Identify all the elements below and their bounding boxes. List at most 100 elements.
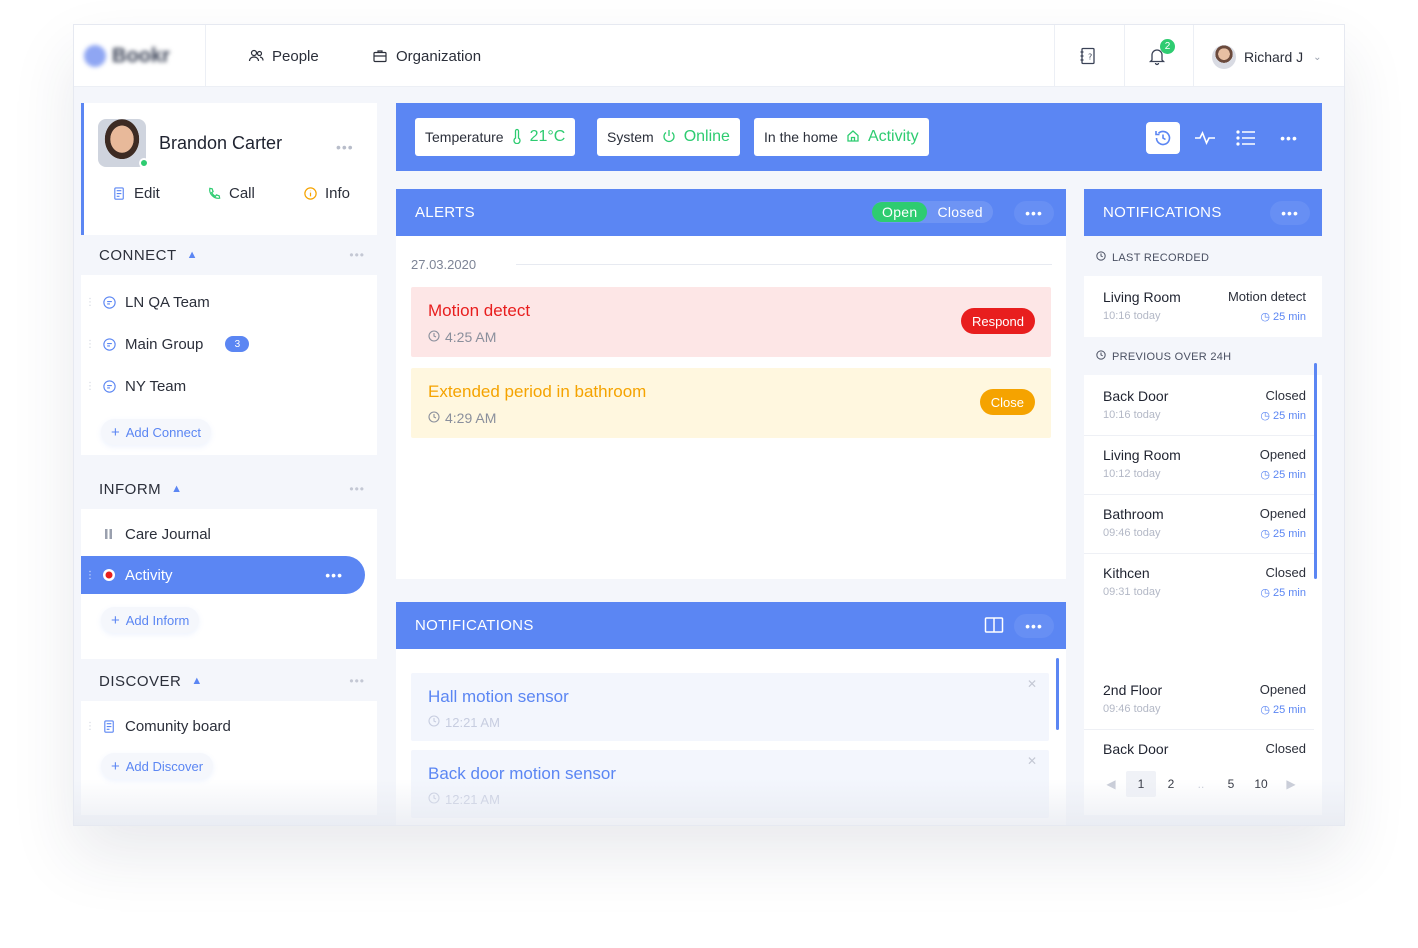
system-value: Online	[683, 128, 730, 145]
add-connect-button[interactable]: + Add Connect	[101, 419, 211, 445]
list-item[interactable]: Back Door Closed 10:16 today ◷ 25 min	[1084, 377, 1314, 436]
sidebar-item-label: LN QA Team	[125, 293, 210, 311]
plus-icon: +	[111, 611, 120, 629]
room-status: Closed	[1265, 741, 1306, 756]
close-icon[interactable]: ✕	[1027, 677, 1037, 691]
list-item[interactable]: Back Door Closed	[1084, 730, 1314, 760]
sidebar-item-activity[interactable]: ⋮ Activity •••	[81, 556, 365, 594]
help-book-icon[interactable]: ?	[1076, 44, 1100, 68]
list-icon[interactable]	[1229, 122, 1263, 154]
app-logo[interactable]: Bookr	[84, 43, 179, 69]
list-item[interactable]: Bathroom Opened 09:46 today ◷ 25 min	[1084, 495, 1314, 554]
drag-handle-icon[interactable]: ⋮	[85, 721, 95, 732]
notification-time-text: 12:21 AM	[445, 715, 500, 730]
alert-extended-period[interactable]: Extended period in bathroom 4:29 AM Clos…	[411, 368, 1051, 438]
page-2[interactable]: 2	[1156, 777, 1186, 791]
alerts-more-icon[interactable]: •••	[1014, 201, 1054, 225]
sidebar-item-label: Main Group	[125, 335, 204, 353]
user-menu[interactable]: Richard J ⌄	[1212, 44, 1322, 70]
ago-text: 25 min	[1272, 310, 1306, 323]
clock-icon	[1096, 350, 1106, 363]
ago-text: 25 min	[1272, 586, 1306, 599]
prev-page-icon[interactable]: ◀	[1096, 777, 1126, 791]
list-item[interactable]: 2nd Floor Opened 09:46 today ◷ 25 min	[1084, 671, 1314, 730]
home-chip[interactable]: In the home Activity	[754, 118, 929, 156]
profile-more-icon[interactable]: •••	[336, 139, 354, 155]
respond-button[interactable]: Respond	[960, 308, 1035, 334]
divider	[516, 264, 1052, 265]
notification-card[interactable]: Hall motion sensor 12:21 AM ✕	[411, 673, 1049, 741]
call-button[interactable]: Call	[207, 183, 255, 203]
call-label: Call	[229, 184, 255, 202]
inform-section-header[interactable]: INFORM ▲ •••	[81, 469, 377, 509]
avatar	[1212, 45, 1236, 69]
list-item[interactable]: Kithcen Closed 09:31 today ◷ 25 min	[1084, 554, 1314, 613]
history-icon[interactable]	[1146, 122, 1180, 154]
divider	[1054, 25, 1055, 87]
next-page-icon[interactable]: ▶	[1276, 777, 1306, 791]
toggle-closed[interactable]: Closed	[927, 202, 992, 222]
drag-handle-icon[interactable]: ⋮	[85, 570, 95, 581]
temperature-chip[interactable]: Temperature 21°C	[415, 118, 576, 156]
drag-handle-icon[interactable]: ⋮	[85, 297, 95, 308]
toggle-open[interactable]: Open	[872, 202, 928, 222]
edit-button[interactable]: Edit	[112, 183, 160, 203]
sidebar-item-ln-qa-team[interactable]: ⋮ LN QA Team	[81, 283, 377, 321]
room-status: Opened	[1259, 682, 1306, 697]
alert-title: Extended period in bathroom	[428, 382, 647, 401]
sidebar-item-ny-team[interactable]: ⋮ NY Team	[81, 367, 377, 405]
scrollbar[interactable]	[1314, 363, 1317, 579]
sidebar-item-community-board[interactable]: ⋮ Comunity board	[81, 707, 377, 745]
thermometer-icon	[512, 128, 522, 147]
nav-organization[interactable]: Organization	[372, 45, 481, 67]
scrollbar[interactable]	[1056, 658, 1059, 730]
inform-more-icon[interactable]: •••	[349, 482, 365, 496]
drag-handle-icon[interactable]: ⋮	[85, 339, 95, 350]
notifications-more-icon[interactable]: •••	[1014, 614, 1054, 638]
page-1[interactable]: 1	[1126, 771, 1156, 797]
room-ago: ◷ 25 min	[1260, 468, 1306, 482]
discover-more-icon[interactable]: •••	[349, 674, 365, 688]
room-name: Living Room	[1103, 447, 1181, 463]
alert-motion-detect[interactable]: Motion detect 4:25 AM Respond	[411, 287, 1051, 357]
sidebar-item-main-group[interactable]: ⋮ Main Group 3	[81, 325, 377, 363]
connect-section-header[interactable]: CONNECT ▲ •••	[81, 235, 377, 275]
connect-more-icon[interactable]: •••	[349, 248, 365, 262]
room-date: 10:16 today	[1103, 310, 1161, 322]
right-notifications-more-icon[interactable]: •••	[1270, 201, 1310, 225]
drag-handle-icon[interactable]: ⋮	[85, 381, 95, 392]
top-bar: Bookr People Organization ? 2 Richard J …	[74, 25, 1344, 87]
chevron-down-icon: ⌄	[1313, 51, 1322, 63]
system-chip[interactable]: System Online	[597, 118, 740, 156]
room-ago: ◷ 25 min	[1260, 586, 1306, 600]
status-more-icon[interactable]: •••	[1272, 122, 1306, 154]
nav-organization-label: Organization	[396, 47, 482, 65]
page-5[interactable]: 5	[1216, 777, 1246, 791]
nav-people-label: People	[272, 47, 319, 65]
sidebar-item-care-journal[interactable]: Care Journal	[81, 515, 377, 553]
list-item[interactable]: Living Room Opened 10:12 today ◷ 25 min	[1084, 436, 1314, 495]
split-view-icon[interactable]	[984, 616, 1004, 638]
discover-section-header[interactable]: DISCOVER ▲ •••	[81, 661, 377, 701]
room-name: Bathroom	[1103, 506, 1164, 522]
room-ago: ◷ 25 min	[1260, 409, 1306, 423]
temperature-value: 21°C	[529, 128, 566, 145]
connect-title: CONNECT	[99, 246, 177, 264]
ago-text: 25 min	[1272, 409, 1306, 422]
add-inform-button[interactable]: + Add Inform	[101, 607, 200, 633]
notification-card[interactable]: Back door motion sensor 12:21 AM ✕	[411, 750, 1049, 818]
board-icon	[101, 718, 117, 734]
close-button[interactable]: Close	[979, 389, 1035, 415]
open-closed-toggle[interactable]: Open Closed	[872, 201, 993, 223]
nav-people[interactable]: People	[248, 45, 319, 67]
activity-more-icon[interactable]: •••	[325, 567, 343, 583]
home-label: In the home	[764, 129, 838, 145]
room-ago: ◷ 25 min	[1260, 703, 1306, 717]
add-discover-button[interactable]: + Add Discover	[101, 753, 214, 779]
close-icon[interactable]: ✕	[1027, 754, 1037, 768]
activity-pulse-icon[interactable]	[1188, 122, 1222, 154]
page-10[interactable]: 10	[1246, 777, 1276, 791]
list-item[interactable]: Living Room Motion detect 10:16 today ◷ 2…	[1084, 278, 1314, 337]
profile-avatar[interactable]	[98, 119, 149, 168]
info-button[interactable]: Info	[303, 183, 350, 203]
